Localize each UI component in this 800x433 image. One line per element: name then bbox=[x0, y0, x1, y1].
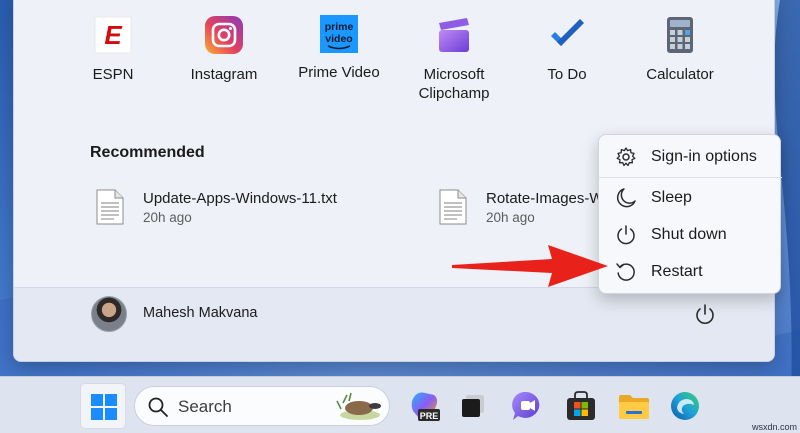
menu-item-label: Restart bbox=[651, 263, 703, 280]
edge-icon bbox=[671, 392, 699, 420]
menu-divider bbox=[599, 177, 782, 178]
espn-icon: E bbox=[93, 15, 133, 55]
taskbar-search[interactable]: Search bbox=[134, 386, 390, 426]
app-label: Prime Video bbox=[298, 64, 380, 81]
microsoft-store-button[interactable] bbox=[564, 389, 598, 423]
clipchamp-icon bbox=[434, 15, 474, 55]
file-time: 20h ago bbox=[486, 210, 535, 225]
file-explorer-button[interactable] bbox=[617, 389, 651, 423]
search-icon bbox=[148, 397, 168, 417]
app-label: To Do bbox=[547, 66, 587, 83]
search-placeholder: Search bbox=[178, 397, 232, 416]
menu-item-label: Shut down bbox=[651, 226, 727, 243]
app-label: Calculator bbox=[646, 66, 714, 83]
recommended-item[interactable]: Rotate-Images-W 20h ago bbox=[439, 187, 604, 231]
recommended-heading: Recommended bbox=[90, 144, 205, 161]
moon-icon bbox=[616, 188, 636, 208]
app-label: Instagram bbox=[190, 66, 258, 83]
pinned-app-instagram[interactable]: Instagram bbox=[169, 15, 279, 84]
file-name: Update-Apps-Windows-11.txt bbox=[143, 190, 337, 207]
gear-icon bbox=[616, 147, 636, 167]
start-button[interactable] bbox=[80, 383, 126, 429]
pinned-app-prime-video[interactable]: prime video Prime Video bbox=[284, 15, 394, 82]
windows-start-icon bbox=[91, 394, 117, 420]
svg-text:E: E bbox=[104, 20, 122, 50]
start-menu-footer bbox=[14, 287, 774, 361]
menu-item-restart[interactable]: Restart bbox=[599, 254, 782, 290]
pinned-app-clipchamp[interactable]: Microsoft Clipchamp bbox=[399, 15, 509, 103]
power-icon bbox=[617, 225, 635, 245]
pinned-app-calculator[interactable]: Calculator bbox=[625, 15, 735, 84]
search-highlight-platypus-icon bbox=[336, 392, 381, 420]
watermark: wsxdn.com bbox=[752, 422, 798, 432]
menu-item-label: Sleep bbox=[651, 189, 692, 206]
instagram-icon bbox=[204, 15, 244, 55]
file-explorer-icon bbox=[619, 395, 649, 419]
restart-icon bbox=[616, 263, 635, 281]
app-label: Microsoft Clipchamp bbox=[418, 66, 490, 102]
teams-chat-icon bbox=[512, 391, 540, 420]
copilot-button[interactable]: PRE bbox=[408, 389, 442, 423]
calculator-icon bbox=[660, 15, 700, 55]
menu-item-sign-in-options[interactable]: Sign-in options bbox=[599, 139, 782, 175]
menu-item-sleep[interactable]: Sleep bbox=[599, 180, 782, 216]
text-file-icon bbox=[96, 189, 124, 225]
edge-button[interactable] bbox=[668, 389, 702, 423]
pinned-app-espn[interactable]: E ESPN bbox=[58, 15, 168, 84]
power-options-menu: Sign-in options Sleep Shut down Restart bbox=[598, 134, 782, 294]
todo-icon bbox=[547, 15, 587, 55]
microsoft-store-icon bbox=[567, 391, 595, 420]
file-time: 20h ago bbox=[143, 210, 192, 225]
file-name: Rotate-Images-W bbox=[486, 190, 604, 207]
avatar bbox=[91, 296, 127, 332]
annotation-arrow bbox=[452, 245, 608, 287]
recommended-item[interactable]: Update-Apps-Windows-11.txt 20h ago bbox=[96, 187, 356, 231]
taskbar: Search PRE bbox=[0, 376, 800, 433]
menu-item-shut-down[interactable]: Shut down bbox=[599, 217, 782, 253]
power-button[interactable] bbox=[692, 302, 718, 328]
copilot-pre-icon: PRE bbox=[411, 392, 440, 421]
task-view-icon bbox=[462, 395, 484, 417]
video-word: video bbox=[325, 33, 352, 45]
text-file-icon bbox=[439, 189, 467, 225]
pre-badge: PRE bbox=[420, 411, 439, 421]
teams-chat-button[interactable] bbox=[510, 389, 544, 423]
prime-word: prime bbox=[325, 21, 354, 33]
task-view-button[interactable] bbox=[456, 389, 490, 423]
menu-item-label: Sign-in options bbox=[651, 148, 757, 165]
pinned-app-todo[interactable]: To Do bbox=[512, 15, 622, 84]
app-label: ESPN bbox=[92, 66, 134, 83]
user-name: Mahesh Makvana bbox=[143, 305, 258, 321]
prime-video-icon: prime video bbox=[320, 15, 358, 53]
